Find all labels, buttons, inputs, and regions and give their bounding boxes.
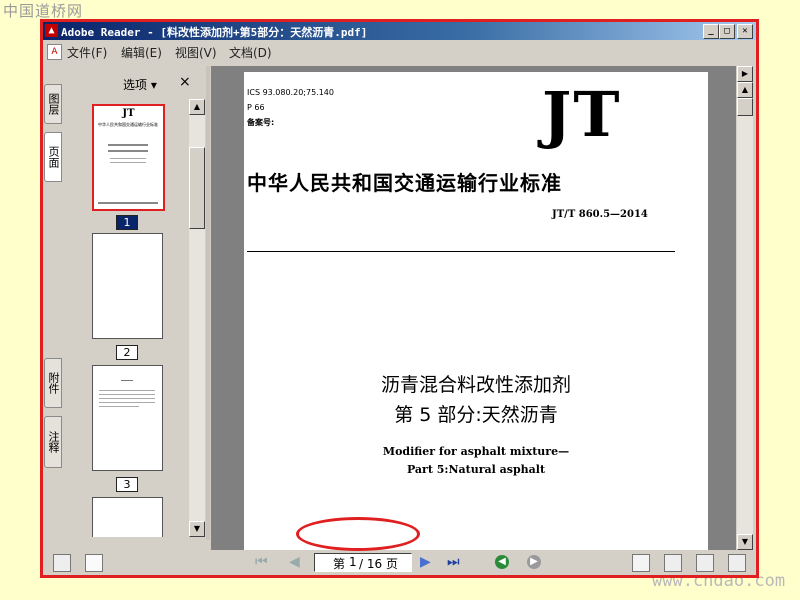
screen-icon[interactable] [53,554,71,572]
thumbnail-label-2[interactable]: 2 [116,345,138,360]
thumb-logo: JT [122,108,135,119]
highlight-circle [296,517,420,551]
scroll-up-icon[interactable]: ▲ [737,82,753,98]
pdf-page: ICS 93.080.20;75.140 P 66 备案号: JT 中华人民共和… [244,72,708,550]
thumb-text-line [99,402,155,403]
maximize-button[interactable]: □ [719,24,735,39]
thumb-text-line [99,406,139,407]
last-page-icon[interactable]: ⏭ [447,554,460,570]
title-en-line2: Part 5:Natural asphalt [406,463,546,476]
page-thumbnail-4[interactable] [92,497,163,537]
close-panel-icon[interactable]: × [179,74,191,90]
pages-panel: 选项 ▾ × JT 中华人民共和国交通运输行业标准 1 2 3 ▲ ▼ [63,66,205,540]
continuous-facing-icon[interactable] [728,554,746,572]
next-page-icon[interactable]: ▶ [420,554,431,570]
facing-icon[interactable] [696,554,714,572]
title-cn-line2: 第 5 部分:天然沥青 [394,404,558,426]
page-total: / 16 页 [359,557,398,571]
menu-edit[interactable]: 编辑(E) [121,44,162,61]
single-page-icon[interactable] [632,554,650,572]
thumb-text-line [110,162,146,163]
thumb-text-line [108,144,148,146]
record-number-label: 备案号: [247,118,275,127]
adobe-reader-window: ▲ Adobe Reader - [料改性添加剂+第5部分：天然沥青.pdf] … [40,19,759,578]
panel-header: 选项 ▾ × [63,66,205,96]
org-standard-title: 中华人民共和国交通运输行业标准 [247,171,562,195]
ics-code: ICS 93.080.20;75.140 [247,88,334,97]
tab-layers[interactable]: 图层 [44,84,62,124]
adobe-reader-icon: ▲ [45,24,58,37]
status-bar: ⏮ ◀ 第 1 / 16 页 ▶ ⏭ ◀ ▶ [43,550,756,575]
standard-number: JT/T 860.5—2014 [552,209,648,220]
title-en-line1: Modifier for asphalt mixture— [382,445,570,458]
page-number-field[interactable]: 第 1 / 16 页 [314,553,412,572]
document-view: ICS 93.080.20;75.140 P 66 备案号: JT 中华人民共和… [211,66,736,550]
menu-view[interactable]: 视图(V) [175,44,217,61]
title-bar[interactable]: ▲ Adobe Reader - [料改性添加剂+第5部分：天然沥青.pdf] … [43,22,756,40]
first-page-icon[interactable]: ⏮ [255,554,268,570]
thumb-text-line [99,390,155,391]
header-rule [247,251,675,252]
panel-splitter[interactable] [206,66,210,540]
options-dropdown[interactable]: 选项 ▾ [123,76,157,93]
thumb-org-title: 中华人民共和国交通运输行业标准 [98,122,158,127]
scroll-down-icon[interactable]: ▼ [189,521,205,537]
page-thumbnail-3[interactable] [92,365,163,471]
scroll-up-icon[interactable]: ▶ [737,66,753,82]
title-cn-line1: 沥青混合料改性添加剂 [380,374,571,396]
thumb-text-line [110,158,146,159]
thumb-text-line [99,398,155,399]
thumb-text-line [98,202,158,204]
classification-code: P 66 [247,103,265,112]
continuous-icon[interactable] [664,554,682,572]
menu-document[interactable]: 文档(D) [229,44,272,61]
tab-comments[interactable]: 注释 [44,416,62,468]
minimize-button[interactable]: _ [703,24,719,39]
page-prefix: 第 [333,557,346,571]
page-thumbnail-1[interactable]: JT 中华人民共和国交通运输行业标准 [92,104,165,211]
tab-pages[interactable]: 页面 [44,132,62,182]
document-icon[interactable]: A [47,44,62,60]
thumbnail-label-1[interactable]: 1 [116,215,138,230]
close-button[interactable]: ✕ [737,24,753,39]
watermark-top: 中国道桥网 [3,2,84,20]
thumbnail-scrollbar[interactable]: ▲ ▼ [189,99,205,537]
jt-logo: JT [542,78,622,151]
document-scrollbar[interactable]: ▶ ▲ ▼ [737,66,753,550]
thumb-text-line [108,150,148,152]
scroll-thumb[interactable] [737,98,753,116]
previous-page-icon[interactable]: ◀ [289,554,300,570]
thumb-text-line [121,380,133,381]
scroll-thumb[interactable] [189,147,205,229]
scroll-up-icon[interactable]: ▲ [189,99,205,115]
scroll-down-icon[interactable]: ▼ [737,534,753,550]
menu-file[interactable]: 文件(F) [67,44,107,61]
page-thumbnail-2[interactable] [92,233,163,339]
thumb-text-line [99,394,155,395]
tab-attachments[interactable]: 附件 [44,358,62,408]
next-view-icon[interactable]: ▶ [527,555,541,569]
thumbnail-label-3[interactable]: 3 [116,477,138,492]
page-icon[interactable] [85,554,103,572]
current-page-input[interactable]: 1 [349,555,357,569]
previous-view-icon[interactable]: ◀ [495,555,509,569]
thumbnail-list: JT 中华人民共和国交通运输行业标准 1 2 3 [67,99,189,537]
window-title: Adobe Reader - [料改性添加剂+第5部分：天然沥青.pdf] [61,26,368,39]
menu-bar: A 文件(F) 编辑(E) 视图(V) 文档(D) [43,41,756,61]
side-tab-strip: 图层 页面 附件 注释 [43,66,62,536]
